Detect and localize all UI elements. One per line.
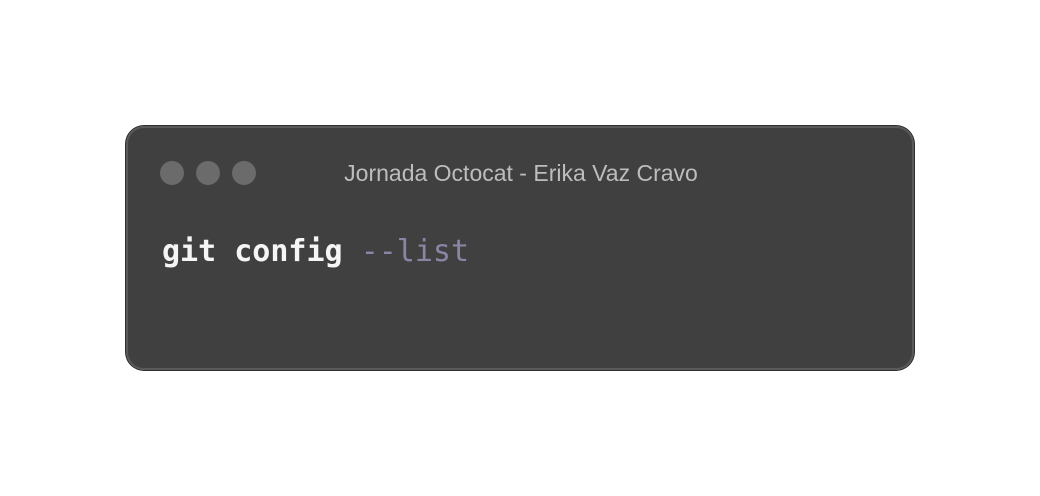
code-block: git config --list xyxy=(162,232,469,272)
code-window: Jornada Octocat - Erika Vaz Cravo git co… xyxy=(126,126,914,370)
code-flag: --list xyxy=(360,234,470,269)
window-titlebar: Jornada Octocat - Erika Vaz Cravo xyxy=(128,128,912,220)
code-command: git config xyxy=(162,234,343,269)
window-title: Jornada Octocat - Erika Vaz Cravo xyxy=(344,160,698,186)
